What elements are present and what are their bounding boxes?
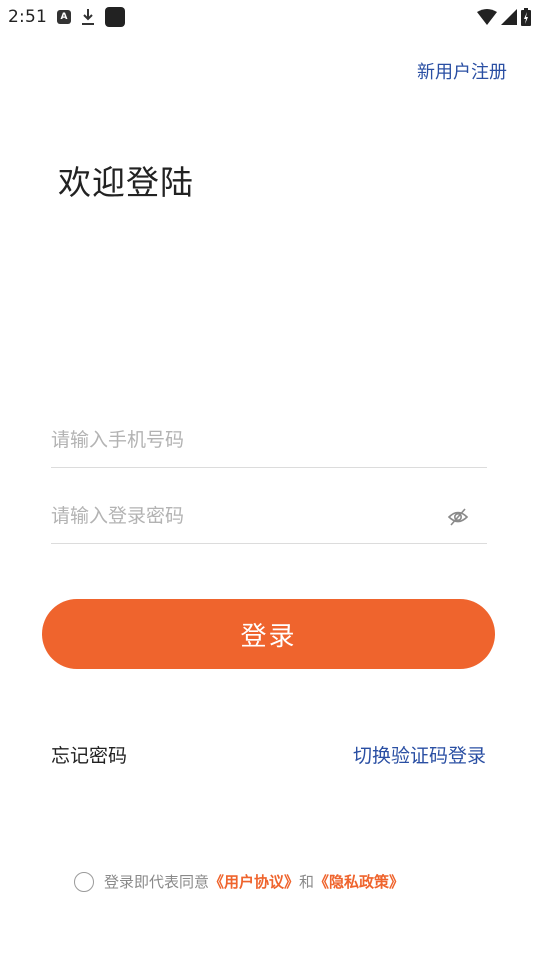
page-title: 欢迎登陆	[58, 163, 194, 202]
password-field-container	[51, 488, 487, 544]
user-agreement-link[interactable]: 《用户协议》	[209, 871, 299, 892]
signal-icon	[501, 9, 517, 25]
phone-field-container	[51, 412, 487, 468]
battery-charging-icon	[521, 8, 531, 26]
forgot-password-link[interactable]: 忘记密码	[51, 741, 127, 768]
agreement-prefix: 登录即代表同意	[104, 873, 210, 891]
eye-off-icon[interactable]	[447, 506, 469, 528]
agreement-checkbox[interactable]	[74, 871, 94, 892]
status-right	[477, 8, 531, 26]
app-square-icon	[104, 7, 125, 27]
password-input[interactable]	[51, 488, 431, 543]
phone-input[interactable]	[51, 412, 431, 467]
switch-to-code-login-link[interactable]: 切换验证码登录	[353, 741, 486, 768]
agreement-row: 登录即代表同意 《用户协议》 和 《隐私政策》	[74, 871, 404, 892]
agreement-and: 和	[299, 873, 315, 891]
wifi-icon	[477, 9, 497, 25]
status-left: 2:51 A	[8, 7, 125, 27]
privacy-policy-link[interactable]: 《隐私政策》	[314, 871, 404, 892]
login-button[interactable]: 登录	[42, 599, 495, 669]
register-link[interactable]: 新用户注册	[417, 58, 507, 84]
download-icon	[81, 9, 94, 25]
a-notification-icon: A	[56, 10, 71, 24]
status-bar: 2:51 A	[0, 0, 537, 34]
login-screen: 2:51 A 新用户注册 欢迎登陆 请输入手机号码 登录 忘记密码 切换验证码登…	[0, 0, 537, 956]
status-time: 2:51	[8, 7, 47, 27]
